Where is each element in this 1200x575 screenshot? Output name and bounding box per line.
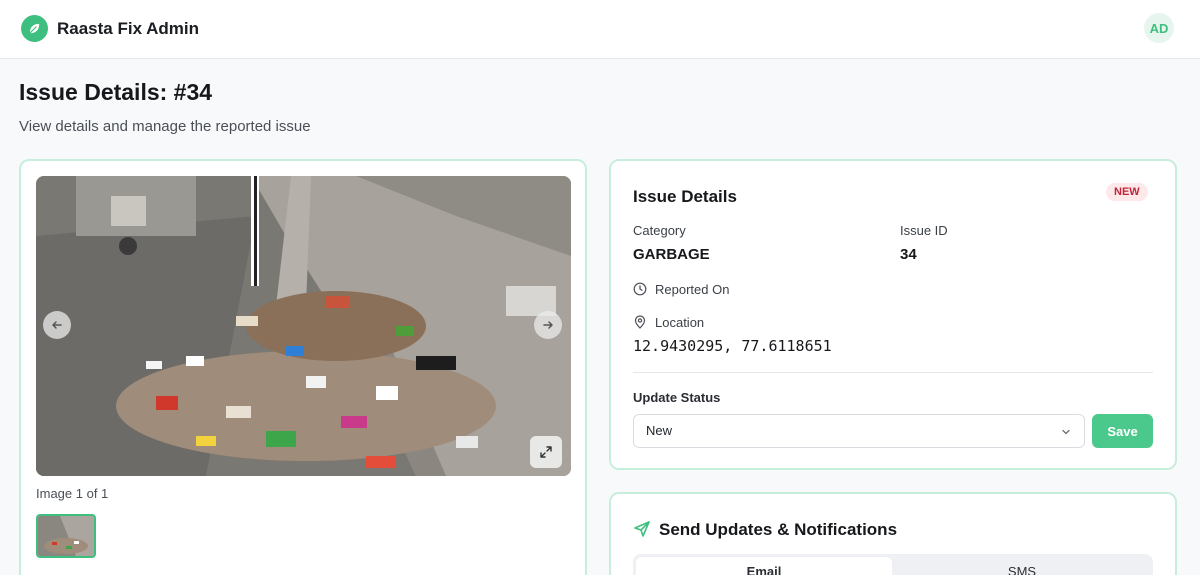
leaf-icon bbox=[21, 15, 48, 42]
top-bar: Raasta Fix Admin AD bbox=[0, 0, 1200, 59]
image-thumbnail[interactable] bbox=[36, 514, 96, 558]
status-select[interactable]: New bbox=[633, 414, 1085, 448]
divider bbox=[633, 372, 1153, 373]
issue-photo bbox=[36, 176, 571, 476]
location-coordinates: 12.9430295, 77.6118651 bbox=[633, 337, 832, 355]
issue-id-label: Issue ID bbox=[900, 223, 948, 238]
tab-email[interactable]: Email bbox=[636, 557, 892, 575]
app-title: Raasta Fix Admin bbox=[57, 19, 200, 38]
send-icon bbox=[634, 521, 650, 537]
issue-details-heading: Issue Details bbox=[633, 187, 737, 206]
map-pin-icon bbox=[634, 315, 646, 329]
notifications-card: Send Updates & Notifications Email SMS bbox=[609, 492, 1177, 575]
clock-icon bbox=[633, 282, 647, 296]
reported-on-label: Reported On bbox=[655, 282, 730, 297]
fullscreen-button[interactable] bbox=[530, 436, 562, 468]
expand-icon bbox=[540, 446, 552, 458]
chevron-down-icon bbox=[1062, 429, 1070, 435]
user-avatar[interactable]: AD bbox=[1144, 13, 1174, 43]
notification-tabs: Email SMS bbox=[633, 554, 1153, 575]
next-image-button[interactable] bbox=[534, 311, 562, 339]
issue-photo-viewer[interactable] bbox=[36, 176, 571, 476]
page-subtitle: View details and manage the reported iss… bbox=[19, 118, 311, 135]
arrow-right-icon bbox=[543, 321, 553, 329]
image-counter: Image 1 of 1 bbox=[36, 486, 109, 501]
image-gallery-card: Image 1 of 1 bbox=[19, 159, 587, 575]
previous-image-button[interactable] bbox=[43, 311, 71, 339]
update-status-label: Update Status bbox=[633, 390, 721, 405]
status-badge: NEW bbox=[1106, 183, 1148, 201]
issue-details-card: Issue Details NEW Category GARBAGE Issue… bbox=[609, 159, 1177, 470]
arrow-left-icon bbox=[52, 321, 62, 329]
status-select-value: New bbox=[646, 423, 673, 438]
issue-id-value: 34 bbox=[900, 246, 917, 263]
save-button[interactable]: Save bbox=[1092, 414, 1153, 448]
page-title: Issue Details: #34 bbox=[19, 79, 213, 105]
category-value: GARBAGE bbox=[633, 246, 710, 263]
location-label: Location bbox=[655, 315, 705, 330]
notifications-heading: Send Updates & Notifications bbox=[659, 520, 898, 539]
category-label: Category bbox=[633, 223, 686, 238]
tab-sms[interactable]: SMS bbox=[894, 557, 1150, 575]
thumbnail-photo bbox=[38, 516, 94, 556]
